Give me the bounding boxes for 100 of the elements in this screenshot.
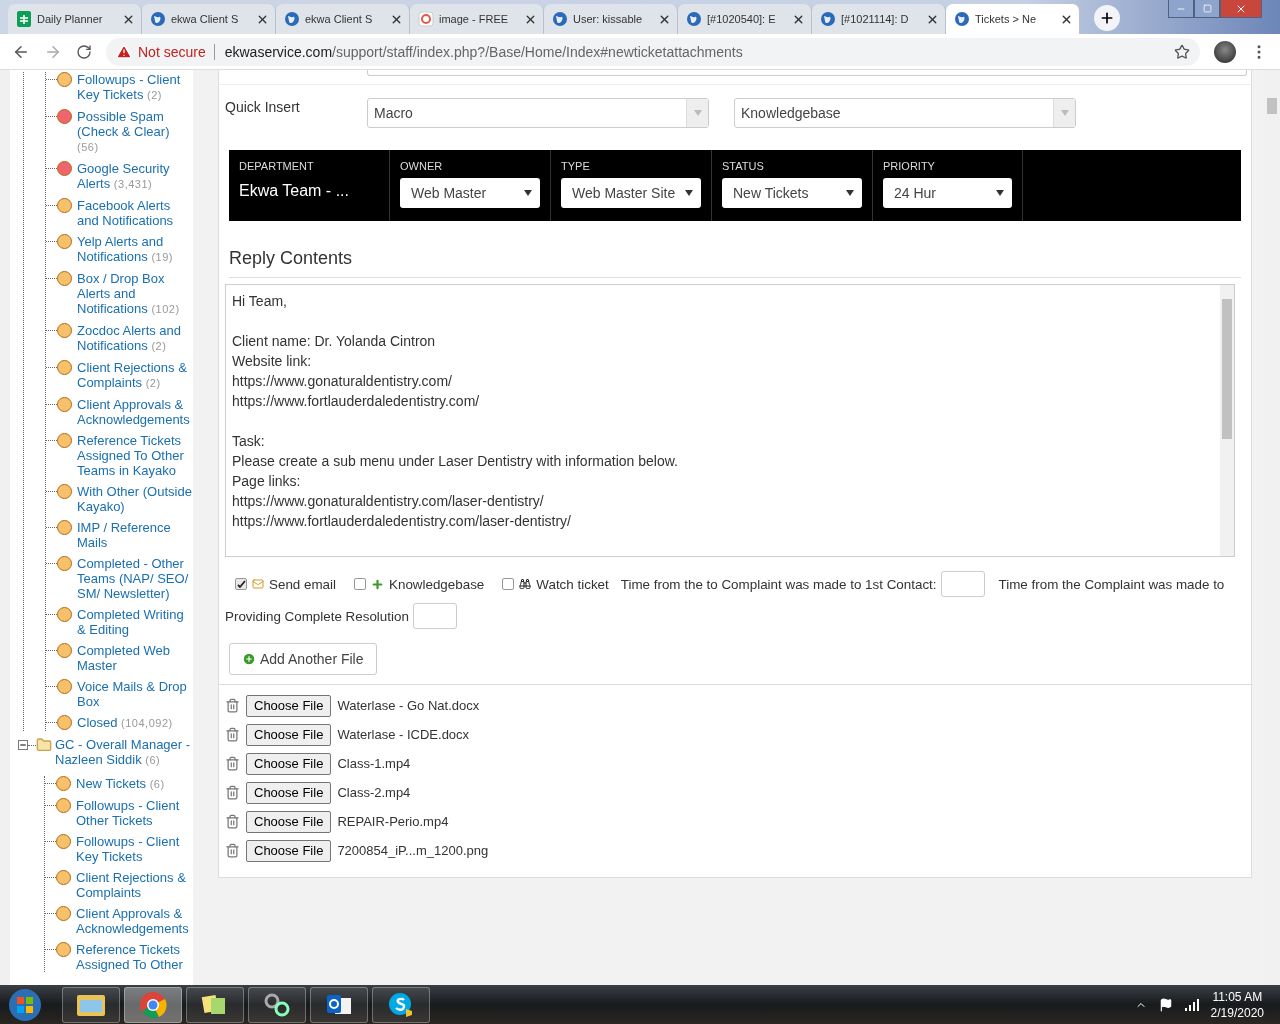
bookmark-star-icon[interactable] xyxy=(1174,43,1190,60)
option-label[interactable]: Send email xyxy=(269,576,336,592)
browser-tab[interactable]: [#1020540]: E xyxy=(678,4,812,34)
input-field[interactable] xyxy=(940,571,985,597)
option-label[interactable]: Watch ticket xyxy=(536,576,609,592)
trash-icon[interactable] xyxy=(225,756,240,771)
caret-icon xyxy=(1060,109,1069,116)
choose-file-button[interactable]: Choose File xyxy=(246,723,332,746)
folder-link[interactable]: Closed (104,092) xyxy=(77,715,193,731)
browser-tab[interactable]: Daily Planner xyxy=(8,4,142,34)
choose-file-button[interactable]: Choose File xyxy=(246,781,332,804)
folder-link[interactable]: Reference Tickets Assigned To Other Teams in Kayako xyxy=(77,433,193,478)
folder-link[interactable]: Reference Tickets Assigned To Other xyxy=(76,942,193,972)
maximize-button[interactable] xyxy=(1194,0,1220,18)
chrome-icon xyxy=(139,990,167,1019)
checkbox[interactable] xyxy=(354,578,366,590)
folder-link[interactable]: Completed Writing & Editing xyxy=(77,607,193,637)
timing-label: Time from the to Complaint was made to 1st Contact: xyxy=(620,576,937,592)
dropdown[interactable]: Knowledgebase xyxy=(734,97,1076,128)
taskbar-app[interactable] xyxy=(310,986,368,1023)
trash-icon[interactable] xyxy=(225,814,240,829)
folder-link[interactable]: Yelp Alerts and Notifications (19) xyxy=(77,234,193,265)
trash-icon[interactable] xyxy=(225,727,240,742)
folder-link[interactable]: Zocdoc Alerts and Notifications (2) xyxy=(77,323,193,354)
collapse-toggle[interactable] xyxy=(18,740,28,750)
folder-link[interactable]: Google Security Alerts (3,431) xyxy=(77,161,193,192)
folder-link[interactable]: Client Approvals & Acknowledgements xyxy=(77,397,193,427)
trash-icon[interactable] xyxy=(225,785,240,800)
caret-icon xyxy=(685,190,693,196)
option-label[interactable]: Knowledgebase xyxy=(389,576,485,592)
folder-link[interactable]: Followups - Client Key Tickets xyxy=(76,834,193,864)
security-warning[interactable]: Not secure xyxy=(138,43,215,60)
checkbox[interactable] xyxy=(502,578,515,590)
text-line: https://www.gonaturaldentistry.com/ xyxy=(232,372,453,391)
network-icon xyxy=(263,991,291,1018)
flag-icon[interactable] xyxy=(1158,997,1173,1012)
globe-icon xyxy=(820,11,836,27)
choose-file-button[interactable]: Choose File xyxy=(246,752,332,775)
taskbar-app[interactable] xyxy=(372,986,430,1023)
browser-tab[interactable]: image - FREE xyxy=(410,4,544,34)
text-line: Client name: Dr. Yolanda Cintron xyxy=(232,332,437,351)
folder-link[interactable]: Possible Spam (Check & Clear) (56) xyxy=(77,109,193,155)
folder-link[interactable]: Client Approvals & Acknowledgements xyxy=(76,906,193,936)
envelope-icon xyxy=(252,578,264,590)
globe-icon xyxy=(552,11,568,27)
browser-tab[interactable]: [#1021114]: D xyxy=(812,4,946,34)
taskbar-app[interactable] xyxy=(62,986,120,1023)
text-line: Page links: xyxy=(232,472,302,491)
globe-icon xyxy=(686,11,702,27)
choose-file-button[interactable]: Choose File xyxy=(246,810,332,833)
trash-icon[interactable] xyxy=(225,698,240,713)
property-dropdown[interactable]: New Tickets xyxy=(722,178,862,208)
binoculars-icon xyxy=(519,578,532,590)
choose-file-button[interactable]: Choose File xyxy=(246,694,332,717)
new-tab-button[interactable] xyxy=(1094,5,1120,31)
trash-icon[interactable] xyxy=(225,843,240,858)
taskbar-app[interactable] xyxy=(124,986,182,1023)
minimize-button[interactable] xyxy=(1168,0,1194,18)
checkbox[interactable] xyxy=(235,578,247,590)
reply-editor[interactable] xyxy=(225,284,1235,557)
input-field[interactable] xyxy=(412,603,457,629)
add-file-button[interactable]: Add Another File xyxy=(229,643,377,675)
scrollbar-thumb[interactable] xyxy=(1266,98,1277,114)
folder-link[interactable]: Completed - Other Teams (NAP/ SEO/ SM/ Newsletter) xyxy=(77,556,193,601)
folder-link[interactable]: New Tickets (6) xyxy=(76,776,193,792)
choose-file-button[interactable]: Choose File xyxy=(246,839,332,862)
folder-link[interactable]: Box / Drop Box Alerts and Notifications (102) xyxy=(77,271,193,317)
property-dropdown[interactable]: 24 Hur xyxy=(883,178,1012,208)
folder-link[interactable]: Followups - Client Other Tickets xyxy=(76,798,193,828)
folder-link[interactable]: Client Rejections & Complaints (2) xyxy=(77,360,193,391)
folder-link[interactable]: Voice Mails & Drop Box xyxy=(77,679,193,709)
image-icon xyxy=(418,11,434,27)
property-label: OWNER xyxy=(400,160,444,172)
browser-tab[interactable]: ekwa Client S xyxy=(142,4,276,34)
folder-link[interactable]: Facebook Alerts and Notifications xyxy=(77,198,193,228)
browser-tab[interactable]: Tickets > Ne xyxy=(946,4,1080,34)
file-name: 7200854_iP...m_1200.png xyxy=(337,843,489,858)
spreadsheet-icon xyxy=(16,11,32,27)
reload-icon[interactable] xyxy=(76,43,92,60)
folder-link[interactable]: IMP / Reference Mails xyxy=(77,520,193,550)
folder-link[interactable]: Completed Web Master xyxy=(77,643,193,673)
signal-icon[interactable] xyxy=(1184,998,1199,1011)
input-field[interactable] xyxy=(367,70,1247,76)
taskbar-app[interactable] xyxy=(248,986,306,1023)
taskbar-app[interactable] xyxy=(186,986,244,1023)
address-url[interactable]: ekwaservice.com/support/staff/index.php?/Base/Home/Index#newticketattachments xyxy=(224,43,743,60)
property-dropdown[interactable]: Web Master Site xyxy=(561,178,701,208)
group-link[interactable]: GC - Overall Manager - Nazleen Siddik (6) xyxy=(55,737,193,768)
scrollbar-thumb[interactable] xyxy=(1222,299,1232,439)
file-name: Waterlase - Go Nat.docx xyxy=(337,698,480,713)
folder-link[interactable]: With Other (Outside Kayako) xyxy=(77,484,193,514)
dropdown[interactable]: Macro xyxy=(367,97,709,128)
property-dropdown[interactable]: Web Master xyxy=(400,178,540,208)
text-line: Please create a sub menu under Laser Dentistry with information below. xyxy=(232,452,679,471)
browser-tab[interactable]: User: kissable xyxy=(544,4,678,34)
browser-tab[interactable]: ekwa Client S xyxy=(276,4,410,34)
profile-avatar[interactable] xyxy=(1214,40,1236,63)
folder-link[interactable]: Client Rejections & Complaints xyxy=(76,870,193,900)
folder-link[interactable]: Followups - Client Key Tickets (2) xyxy=(77,72,193,103)
clock[interactable]: 11:05 AM 2/19/2020 xyxy=(1210,988,1264,1021)
